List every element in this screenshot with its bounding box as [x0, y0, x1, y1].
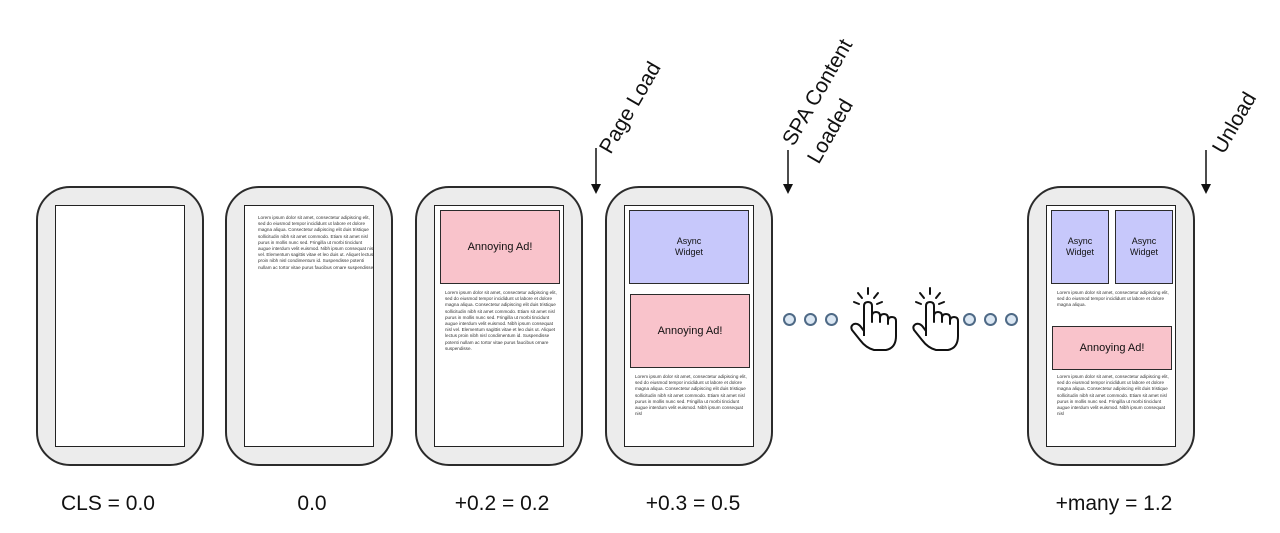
lorem-text-top: Lorem ipsum dolor sit amet, consectetur …	[1057, 290, 1169, 308]
dot	[984, 313, 997, 326]
tap-hand-icon	[912, 287, 959, 351]
phone-screen: Lorem ipsum dolor sit amet, consectetur …	[244, 205, 374, 447]
phone-frame-1	[36, 186, 204, 466]
dot	[783, 313, 796, 326]
down-arrow-icon	[783, 150, 793, 194]
lorem-text: Lorem ipsum dolor sit amet, consectetur …	[445, 290, 557, 351]
dot	[825, 313, 838, 326]
down-arrow-icon	[591, 148, 601, 194]
score-frame-4: +0.3 = 0.5	[645, 492, 741, 515]
tap-hand-icon	[850, 287, 897, 351]
phone-frame-4: Async Widget Annoying Ad! Lorem ipsum do…	[605, 186, 773, 466]
ellipsis-dots-icon	[963, 313, 1025, 331]
annoying-ad: Annoying Ad!	[440, 210, 560, 284]
async-widget-left: Async Widget	[1051, 210, 1109, 284]
annoying-ad: Annoying Ad!	[1052, 326, 1172, 370]
score-frame-1: CLS = 0.0	[61, 492, 155, 515]
ellipsis-dots-icon	[783, 313, 845, 331]
phone-frame-2: Lorem ipsum dolor sit amet, consectetur …	[225, 186, 393, 466]
dot	[804, 313, 817, 326]
async-widget-right: Async Widget	[1115, 210, 1173, 284]
lorem-text: Lorem ipsum dolor sit amet, consectetur …	[258, 215, 374, 270]
phone-screen	[55, 205, 185, 447]
lorem-text: Lorem ipsum dolor sit amet, consectetur …	[635, 374, 747, 417]
annoying-ad: Annoying Ad!	[630, 294, 750, 368]
event-label-page-load: Page Load	[595, 58, 666, 158]
phone-screen: Annoying Ad! Lorem ipsum dolor sit amet,…	[434, 205, 564, 447]
phone-frame-3: Annoying Ad! Lorem ipsum dolor sit amet,…	[415, 186, 583, 466]
dot	[963, 313, 976, 326]
score-frame-5: +many = 1.2	[1055, 492, 1173, 515]
phone-screen: Async Widget Async Widget Lorem ipsum do…	[1046, 205, 1176, 447]
phone-frame-5: Async Widget Async Widget Lorem ipsum do…	[1027, 186, 1195, 466]
down-arrow-icon	[1201, 150, 1211, 194]
phone-screen: Async Widget Annoying Ad! Lorem ipsum do…	[624, 205, 754, 447]
event-label-unload: Unload	[1208, 88, 1262, 158]
score-frame-3: +0.2 = 0.2	[454, 492, 550, 515]
async-widget: Async Widget	[629, 210, 749, 284]
lorem-text-bottom: Lorem ipsum dolor sit amet, consectetur …	[1057, 374, 1169, 417]
score-frame-2: 0.0	[297, 492, 327, 515]
dot	[1005, 313, 1018, 326]
